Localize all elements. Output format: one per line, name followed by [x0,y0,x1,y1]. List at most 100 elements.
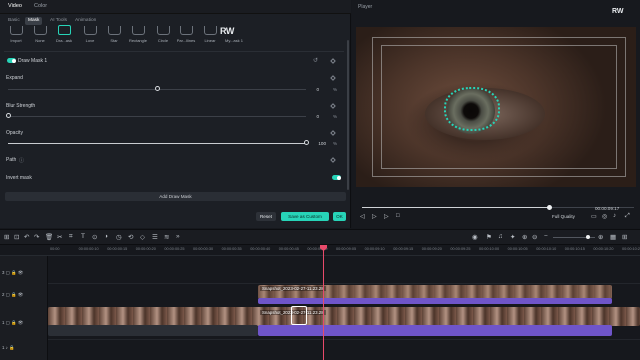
track-divider [48,339,640,340]
tab-mask[interactable]: Mask [25,17,43,25]
ruler-tick-label: 00:00:00:45 [278,247,299,251]
filter-icon[interactable]: ☰ [152,233,158,241]
blur-slider-track[interactable] [8,116,306,117]
quality-select[interactable]: Full Quality [552,214,575,219]
layout-icon[interactable]: ▦ [610,233,616,241]
shape-circle[interactable]: Circle [151,26,175,46]
shape-parallel-lines[interactable]: Par...llines [174,26,198,46]
transform-icon[interactable]: ⟲ [128,233,133,241]
shape-rectangle[interactable]: Rectangle [126,26,150,46]
select-icon[interactable]: ⊡ [14,233,19,241]
delete-icon[interactable]: 🗑 [45,233,53,241]
tab-basic[interactable]: Basic [5,17,23,25]
color-icon[interactable]: ◑ [104,233,108,240]
shape-love[interactable]: Love [78,26,102,46]
playhead[interactable] [323,247,324,360]
fullscreen-icon[interactable]: ⤢ [625,213,630,220]
timer-icon[interactable]: ◷ [116,233,122,241]
opacity-value[interactable]: 100 [312,141,326,146]
text-icon[interactable]: T [81,233,85,240]
speed-icon[interactable]: ⊙ [92,233,97,241]
blur-unit: % [333,114,338,119]
tab-animation[interactable]: Animation [72,17,99,25]
play-icon[interactable]: ▷ [372,213,377,220]
audio-track-header-1[interactable]: 1 ♪ 🔒 [2,345,15,351]
ok-button[interactable]: OK [333,212,346,221]
draw-mask-header: Draw Mask 1 ↺ [0,53,347,67]
mic-icon[interactable]: ♫ [498,233,503,240]
blur-strength-label: Blur Strength [6,103,36,109]
split-icon[interactable]: ✂ [57,233,62,241]
more-icon[interactable]: » [176,233,180,240]
zoom-slider-knob[interactable] [586,235,590,239]
marker-icon[interactable]: ⚑ [486,233,492,241]
rectangle-icon [132,26,145,35]
clip-track-2-bar[interactable] [258,298,612,304]
top-tabbar: Video Color [0,0,351,14]
reset-icon[interactable]: ↺ [313,57,318,64]
blur-slider-knob[interactable] [5,113,11,118]
track-number: 2 [2,292,5,297]
clip-track-1-frames[interactable] [48,307,640,326]
opacity-label: Opacity [6,130,23,136]
clip-track-2-label: Snapshot_2023-02-27-11.23.28 [260,286,326,291]
snap-icon[interactable]: ⊕ [522,233,527,241]
linear-icon [204,26,217,35]
tab-color[interactable]: Color [34,3,47,9]
undo-icon[interactable]: ↶ [24,233,29,241]
draw-mask-toggle[interactable] [7,58,16,63]
opacity-slider-knob[interactable] [303,140,309,145]
import-icon [10,26,23,35]
previous-frame-icon[interactable]: ◁ [360,213,365,220]
ruler-tick-label: 00:00:09:25 [450,247,471,251]
zoom-minus-icon[interactable]: − [544,233,548,240]
settings-icon[interactable]: ⊞ [622,233,627,241]
ruler-tick-label: 00:00:00:40 [250,247,271,251]
none-icon [34,26,47,35]
track-header-2[interactable]: 2 ▢ 🔒 👁 [2,292,23,298]
zoom-out-icon[interactable]: ⊖ [532,233,537,241]
expand-slider-knob[interactable] [154,86,160,91]
shape-none[interactable]: None [28,26,52,46]
grid-icon[interactable]: ⊞ [4,233,9,241]
audio-wave-icon[interactable]: ≋ [164,233,169,241]
keyframe-toolbar-icon[interactable]: ◇ [140,233,145,241]
shape-star[interactable]: Star [102,26,126,46]
divider [4,51,344,52]
selected-frame[interactable] [291,306,307,325]
clip-track-1-base [48,325,258,336]
expand-unit: % [333,87,338,92]
clip-track-1-bar[interactable] [258,325,612,336]
snapshot-icon[interactable]: ◎ [602,213,607,220]
timecode-total: 00:00:09:17 [595,206,620,211]
heart-icon [84,26,97,35]
expand-value[interactable]: 0 [305,87,319,92]
stop-icon[interactable]: □ [396,213,400,219]
track-header-1[interactable]: 1 ▢ 🔒 👁 [2,320,23,326]
blur-value[interactable]: 0 [305,114,319,119]
panel-scrollbar[interactable] [347,40,349,190]
save-as-custom-button[interactable]: Save as Custom [281,212,329,221]
shape-draw-mask[interactable]: Dra...ask [52,25,76,46]
redo-icon[interactable]: ↷ [34,233,39,241]
opacity-slider-fill [8,143,306,144]
keyframe-icon[interactable] [330,58,336,64]
info-icon: ⓘ [19,158,25,164]
invert-mask-toggle[interactable] [332,175,341,180]
ai-icon[interactable]: ✦ [510,233,515,241]
record-icon[interactable]: ◉ [472,233,478,241]
crop-icon[interactable]: ⌗ [69,233,73,241]
tab-ai-tools[interactable]: AI Tools [47,17,70,25]
tab-video[interactable]: Video [8,3,22,9]
shape-linear[interactable]: Linear [198,26,222,46]
audio-icon[interactable]: ♪ [613,213,616,219]
reset-button[interactable]: Reset [256,212,276,221]
track-header-3[interactable]: 3 ▢ 🔒 👁 [2,270,23,276]
next-frame-icon[interactable]: ▷ [384,213,389,220]
screen-icon[interactable]: ▭ [591,213,597,220]
draw-mask-label: Draw Mask 1 [18,58,48,64]
add-draw-mask-button[interactable]: Add Draw Mask [5,192,346,201]
zoom-in-icon[interactable]: ⊕ [598,233,603,241]
shape-import[interactable]: Import [4,26,28,46]
player-logo: RW [612,8,624,15]
